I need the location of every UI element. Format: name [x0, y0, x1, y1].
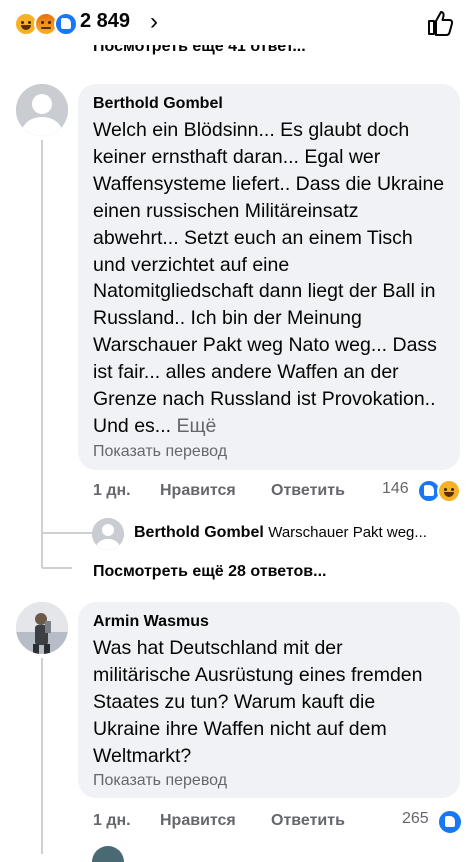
reaction-icons[interactable]: [417, 478, 463, 503]
chevron-right-icon[interactable]: ›: [150, 8, 158, 36]
translate-link[interactable]: Показать перевод: [93, 772, 227, 790]
reply-button[interactable]: Ответить: [271, 482, 345, 500]
avatar[interactable]: [16, 84, 68, 136]
translate-link[interactable]: Показать перевод: [93, 443, 227, 461]
like-icon[interactable]: [437, 809, 463, 835]
comment-author[interactable]: Berthold Gombel: [93, 95, 223, 113]
reply-button[interactable]: Ответить: [271, 812, 345, 830]
comment-time[interactable]: 1 дн.: [93, 812, 131, 830]
reply-snippet: Warschauer Pakt weg...: [268, 524, 427, 541]
thread-line: [41, 658, 43, 854]
reply-avatar[interactable]: [92, 518, 124, 550]
like-icon: [54, 12, 78, 36]
view-more-replies-link[interactable]: Посмотреть ещё 28 ответов...: [93, 563, 326, 581]
reply-preview[interactable]: Berthold Gombel Warschauer Pakt weg...: [134, 524, 464, 542]
comment-author[interactable]: Armin Wasmus: [93, 613, 209, 631]
reply-author[interactable]: Berthold Gombel: [134, 524, 264, 541]
reply-branch-line: [42, 567, 72, 569]
reactions-bar[interactable]: 2 849 ›: [0, 0, 476, 46]
thread-line: [41, 140, 43, 568]
avatar[interactable]: [16, 602, 68, 654]
reaction-count[interactable]: 265: [402, 810, 429, 828]
comment-text: Welch ein Blödsinn... Es glaubt doch kei…: [93, 119, 445, 437]
reaction-count[interactable]: 146: [382, 480, 409, 498]
profile-photo: [16, 602, 68, 654]
reply-branch-line: [42, 532, 92, 534]
comment-bubble[interactable]: Armin Wasmus Was hat Deutschland mit der…: [78, 602, 460, 798]
see-more-link[interactable]: Ещё: [176, 415, 216, 437]
like-outline-icon[interactable]: [425, 8, 455, 38]
haha-icon: [437, 479, 461, 503]
comment-time[interactable]: 1 дн.: [93, 482, 131, 500]
like-button[interactable]: Нравится: [160, 812, 236, 830]
default-avatar-icon: [92, 518, 124, 550]
view-more-replies-link[interactable]: Посмотреть ещё 41 ответ...: [93, 45, 306, 61]
next-reply-avatar[interactable]: [92, 846, 124, 862]
like-button[interactable]: Нравится: [160, 482, 236, 500]
default-avatar-icon: [16, 84, 68, 136]
comment-text: Was hat Deutschland mit der militärische…: [93, 637, 423, 767]
comment-bubble[interactable]: Berthold Gombel Welch ein Blödsinn... Es…: [78, 84, 460, 470]
reactions-count[interactable]: 2 849: [80, 10, 130, 33]
